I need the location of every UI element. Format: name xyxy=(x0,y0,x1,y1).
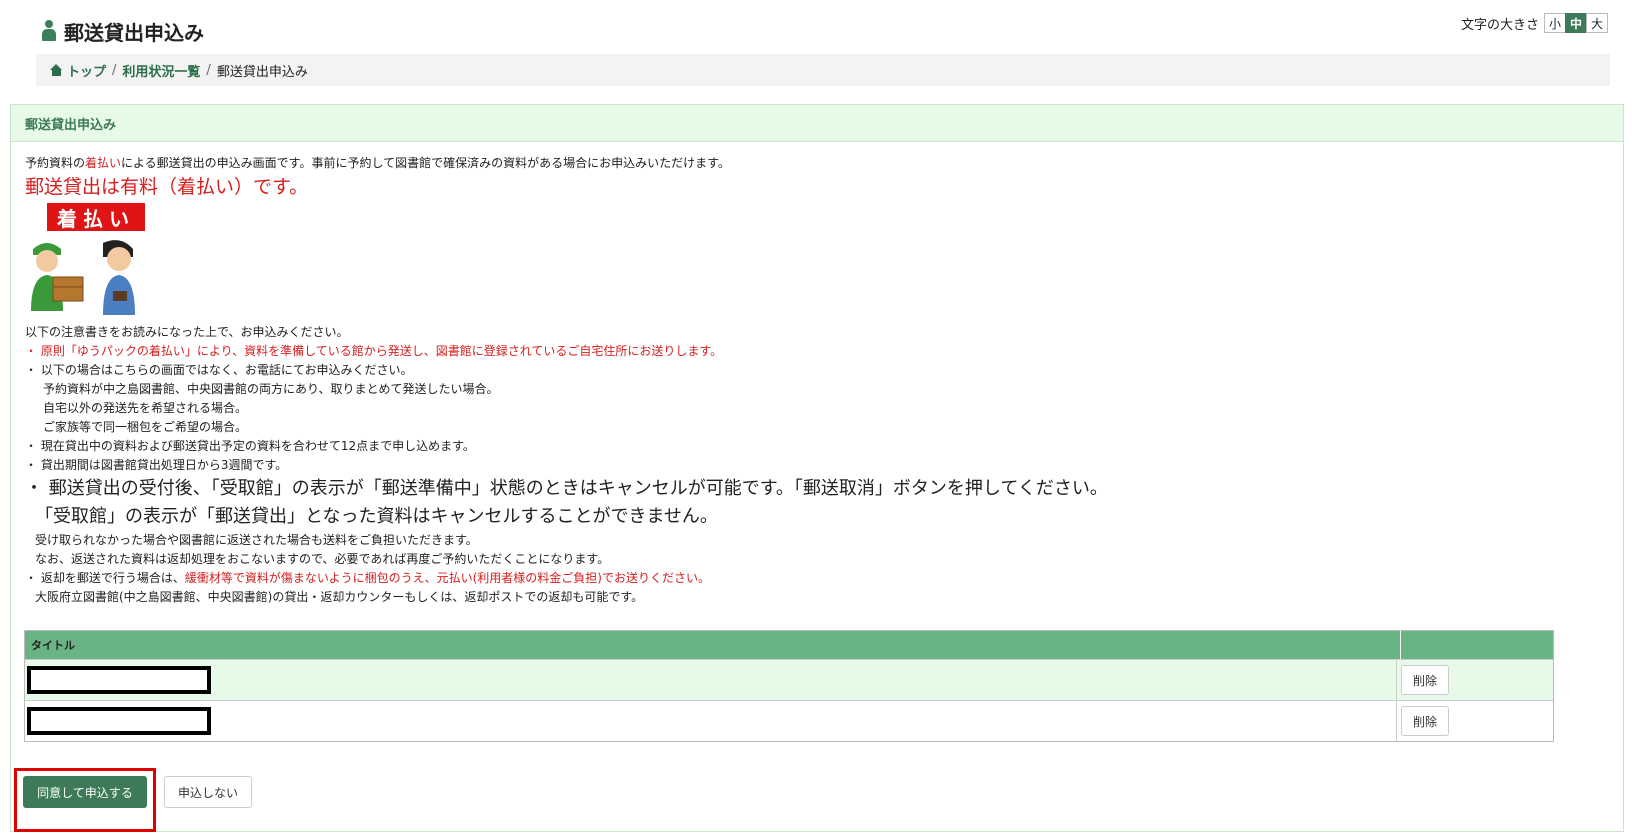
breadcrumb-separator: / xyxy=(112,62,117,78)
font-size-medium-button[interactable]: 中 xyxy=(1565,13,1587,33)
font-size-selector: 文字の大きさ 小 中 大 xyxy=(1461,12,1608,34)
intro-text: 予約資料の着払いによる郵送貸出の申込み画面です。事前に予約して図書館で確保済みの… xyxy=(25,156,730,170)
user-icon xyxy=(42,20,56,42)
note-item: ・ 現在貸出中の資料および郵送貸出予定の資料を合わせて12点まで申し込めます。 xyxy=(25,439,475,453)
col-action-header xyxy=(1401,631,1553,659)
page-title: 郵送貸出申込み xyxy=(42,16,204,46)
note-subitem: ご家族等で同一梱包をご希望の場合。 xyxy=(43,420,248,434)
note-item: ・ 返却を郵送で行う場合は、緩衝材等で資料が傷まないように梱包のうえ、元払い(利… xyxy=(25,571,710,585)
note-subitem: 自宅以外の発送先を希望される場合。 xyxy=(43,401,248,415)
reserved-items-table: タイトル 削除 削除 xyxy=(24,630,1554,742)
panel-title: 郵送貸出申込み xyxy=(11,105,1623,142)
note-item: ・ 以下の場合はこちらの画面ではなく、お電話にてお申込みください。 xyxy=(25,363,413,377)
paid-notice: 郵送貸出は有料（着払い）です。 xyxy=(25,176,309,198)
cash-on-delivery-illustration: 着払い xyxy=(25,203,165,321)
title-cell xyxy=(25,701,1397,741)
note-subitem: 予約資料が中之島図書館、中央図書館の両方にあり、取りまとめて発送したい場合。 xyxy=(43,382,499,396)
font-size-large-button[interactable]: 大 xyxy=(1586,13,1608,33)
note-cancel-large: 「受取館」の表示が「郵送貸出」となった資料はキャンセルすることができません。 xyxy=(35,506,718,527)
action-cell: 削除 xyxy=(1397,701,1553,741)
note-item: ・ 原則「ゆうパックの着払い」により、資料を準備している館から発送し、図書館に登… xyxy=(25,344,723,358)
breadcrumb-top-link[interactable]: トップ xyxy=(67,61,106,80)
delete-button[interactable]: 削除 xyxy=(1401,706,1449,736)
title-cell xyxy=(25,660,1397,700)
home-icon xyxy=(50,64,63,76)
delivery-person-illustration xyxy=(31,240,135,315)
redacted-title xyxy=(27,707,211,735)
redacted-title xyxy=(27,666,211,694)
note-subitem: 受け取られなかった場合や図書館に返送された場合も送料をご負担いただきます。 xyxy=(35,533,478,547)
breadcrumb-separator: / xyxy=(206,62,211,78)
col-title-header: タイトル xyxy=(25,631,1401,659)
table-header: タイトル xyxy=(25,631,1553,659)
font-size-small-button[interactable]: 小 xyxy=(1544,13,1566,33)
decline-button[interactable]: 申込しない xyxy=(164,776,252,808)
note-item: ・ 貸出期間は図書館貸出処理日から3週間です。 xyxy=(25,458,288,472)
delete-button[interactable]: 削除 xyxy=(1401,665,1449,695)
agree-and-apply-button[interactable]: 同意して申込する xyxy=(23,776,147,808)
notes-list: 以下の注意書きをお読みになった上で、お申込みください。 ・ 原則「ゆうパックの着… xyxy=(25,323,1605,607)
note-subitem: なお、返送された資料は返却処理をおこないますので、必要であれば再度ご予約いただく… xyxy=(35,552,610,566)
page-title-text: 郵送貸出申込み xyxy=(64,20,204,45)
note-subitem: 大阪府立図書館(中之島図書館、中央図書館)の貸出・返却カウンターもしくは、返却ポ… xyxy=(35,590,644,604)
note-cancel-large: ・ 郵送貸出の受付後、「受取館」の表示が「郵送準備中」状態のときはキャンセルが可… xyxy=(25,478,1108,499)
table-row: 削除 xyxy=(25,700,1553,741)
action-cell: 削除 xyxy=(1397,660,1553,700)
breadcrumb-current: 郵送貸出申込み xyxy=(216,64,308,80)
panel-content: 予約資料の着払いによる郵送貸出の申込み画面です。事前に予約して図書館で確保済みの… xyxy=(25,155,1605,607)
breadcrumb: トップ / 利用状況一覧 / 郵送貸出申込み xyxy=(36,54,1610,86)
font-size-label: 文字の大きさ xyxy=(1460,17,1539,33)
table-row: 削除 xyxy=(25,659,1553,700)
note-read-first: 以下の注意書きをお読みになった上で、お申込みください。 xyxy=(25,325,349,339)
breadcrumb-usage-link[interactable]: 利用状況一覧 xyxy=(122,61,200,80)
